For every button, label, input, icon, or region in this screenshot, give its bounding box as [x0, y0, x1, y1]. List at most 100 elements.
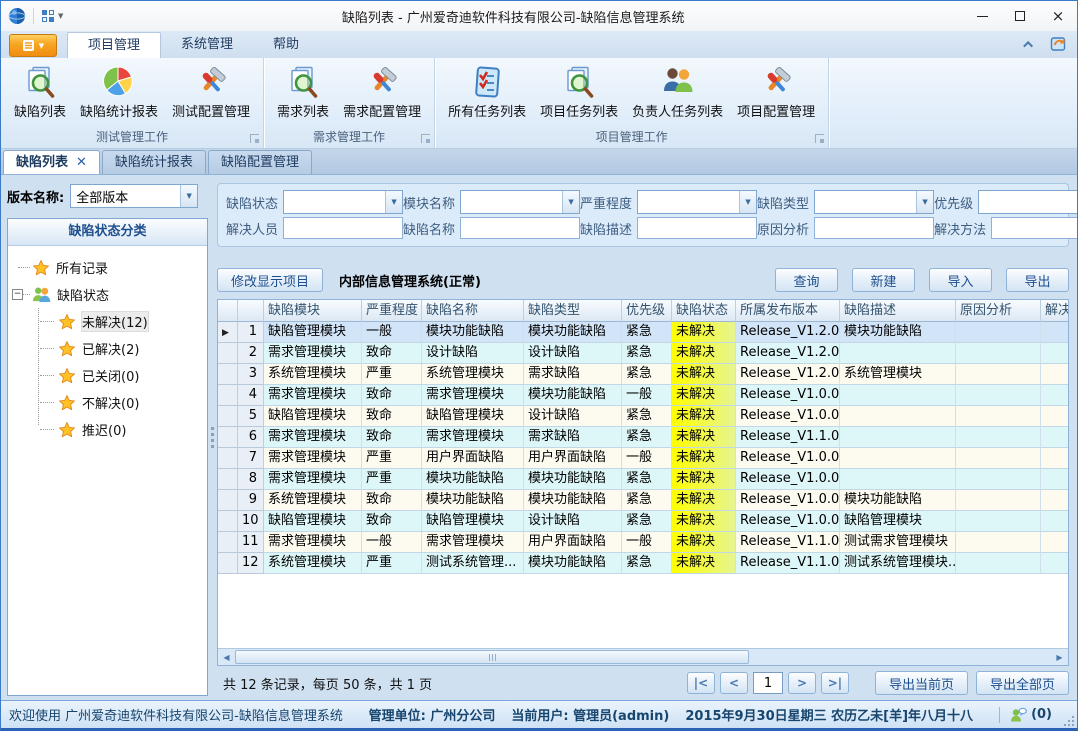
tree-item-defect-status[interactable]: − 缺陷状态	[10, 281, 205, 308]
table-row[interactable]: 4 需求管理模块 致命 需求管理模块 模块功能缺陷 一般 未解决 Release…	[218, 385, 1068, 406]
first-page-button[interactable]: |<	[687, 672, 715, 694]
header-solution[interactable]: 解决方法	[1041, 300, 1068, 322]
header-priority[interactable]: 优先级	[622, 300, 672, 322]
defect-type-dropdown[interactable]: ▼	[814, 190, 934, 214]
maximize-button[interactable]	[1001, 1, 1039, 31]
tree-item-not-resolved[interactable]: 不解决(0)	[10, 389, 205, 416]
collapse-ribbon-button[interactable]	[1018, 34, 1040, 54]
ribbon-tab-project-management[interactable]: 项目管理	[67, 32, 161, 58]
chevron-down-icon[interactable]: ▼	[916, 191, 933, 213]
table-row[interactable]: 9 系统管理模块 致命 模块功能缺陷 模块功能缺陷 紧急 未解决 Release…	[218, 490, 1068, 511]
defect-status-dropdown[interactable]: ▼	[283, 190, 403, 214]
table-row[interactable]: 8 需求管理模块 严重 模块功能缺陷 模块功能缺陷 紧急 未解决 Release…	[218, 469, 1068, 490]
header-type[interactable]: 缺陷类型	[524, 300, 622, 322]
horizontal-scrollbar[interactable]: ◀ ▶	[218, 648, 1068, 665]
last-page-button[interactable]: >|	[821, 672, 849, 694]
table-row[interactable]: 10 缺陷管理模块 致命 缺陷管理模块 设计缺陷 紧急 未解决 Release_…	[218, 511, 1068, 532]
header-severity[interactable]: 严重程度	[362, 300, 422, 322]
cause-analysis-input[interactable]	[814, 217, 934, 239]
table-row[interactable]: 1 缺陷管理模块 一般 模块功能缺陷 模块功能缺陷 紧急 未解决 Release…	[218, 322, 1068, 343]
header-name[interactable]: 缺陷名称	[422, 300, 524, 322]
close-tab-icon[interactable]: ✕	[76, 151, 87, 174]
defect-description-input[interactable]	[637, 217, 757, 239]
prev-page-button[interactable]: <	[720, 672, 748, 694]
table-row[interactable]: 6 需求管理模块 致命 需求管理模块 需求缺陷 紧急 未解决 Release_V…	[218, 427, 1068, 448]
module-name-dropdown-value[interactable]	[461, 195, 562, 210]
table-row[interactable]: 2 需求管理模块 致命 设计缺陷 设计缺陷 紧急 未解决 Release_V1.…	[218, 343, 1068, 364]
export-all-pages-button[interactable]: 导出全部页	[976, 671, 1069, 695]
requirement-list-button[interactable]: 需求列表	[270, 62, 336, 123]
scrollbar-track[interactable]	[235, 649, 1051, 665]
dialog-launcher-icon[interactable]	[421, 134, 430, 143]
chevron-down-icon[interactable]: ▼	[385, 191, 402, 213]
resolver-input[interactable]	[283, 217, 403, 239]
priority-dropdown-value[interactable]	[979, 195, 1077, 210]
defect-status-dropdown-value[interactable]	[284, 195, 385, 210]
module-name-dropdown[interactable]: ▼	[460, 190, 580, 214]
new-button[interactable]: 新建	[852, 268, 915, 292]
header-status[interactable]: 缺陷状态	[672, 300, 736, 322]
priority-dropdown[interactable]: ▼	[978, 190, 1077, 214]
project-tasks-list-button[interactable]: 项目任务列表	[533, 62, 625, 123]
minimize-button[interactable]	[963, 1, 1001, 31]
dialog-launcher-icon[interactable]	[250, 134, 259, 143]
tree-item-resolved[interactable]: 已解决(2)	[10, 335, 205, 362]
severity-dropdown-value[interactable]	[638, 195, 739, 210]
defect-name-input[interactable]	[460, 217, 580, 239]
defect-list-button[interactable]: 缺陷列表	[7, 62, 73, 123]
version-dropdown[interactable]: ▼	[70, 184, 198, 208]
export-button[interactable]: 导出	[1006, 268, 1069, 292]
ribbon-tab-system-management[interactable]: 系统管理	[161, 32, 253, 58]
scroll-left-icon[interactable]: ◀	[218, 649, 235, 665]
tree-item-closed[interactable]: 已关闭(0)	[10, 362, 205, 389]
ribbon-tab-help[interactable]: 帮助	[253, 32, 319, 58]
export-current-page-button[interactable]: 导出当前页	[875, 671, 968, 695]
scrollbar-thumb[interactable]	[235, 650, 749, 664]
message-indicator[interactable]: (0)	[1010, 707, 1052, 722]
tree-item-all-records[interactable]: 所有记录	[10, 254, 205, 281]
header-description[interactable]: 缺陷描述	[840, 300, 956, 322]
header-analysis[interactable]: 原因分析	[956, 300, 1041, 322]
table-row[interactable]: 11 需求管理模块 一般 需求管理模块 用户界面缺陷 一般 未解决 Releas…	[218, 532, 1068, 553]
cell-type: 模块功能缺陷	[524, 490, 622, 511]
table-row[interactable]: 7 需求管理模块 严重 用户界面缺陷 用户界面缺陷 一般 未解决 Release…	[218, 448, 1068, 469]
header-module[interactable]: 缺陷模块	[264, 300, 362, 322]
defect-stats-report-button[interactable]: 缺陷统计报表	[73, 62, 165, 123]
chevron-down-icon[interactable]: ▼	[739, 191, 756, 213]
cell-type: 模块功能缺陷	[524, 469, 622, 490]
panel-splitter[interactable]	[208, 175, 216, 700]
table-row[interactable]: 3 系统管理模块 严重 系统管理模块 需求缺陷 紧急 未解决 Release_V…	[218, 364, 1068, 385]
application-menu-button[interactable]: ▼	[9, 34, 57, 57]
defect-type-dropdown-value[interactable]	[815, 195, 916, 210]
chevron-down-icon[interactable]: ▼	[180, 185, 197, 207]
page-number-input[interactable]	[753, 672, 783, 694]
table-row[interactable]: 5 缺陷管理模块 致命 缺陷管理模块 设计缺陷 紧急 未解决 Release_V…	[218, 406, 1068, 427]
header-release-version[interactable]: 所属发布版本	[736, 300, 840, 322]
quick-access-toolbar-button[interactable]: ▼	[41, 9, 63, 23]
severity-dropdown[interactable]: ▼	[637, 190, 757, 214]
version-dropdown-value[interactable]	[71, 189, 180, 204]
import-button[interactable]: 导入	[929, 268, 992, 292]
modify-displayed-columns-button[interactable]: 修改显示项目	[217, 268, 323, 292]
doc-tab-defect-list[interactable]: 缺陷列表 ✕	[3, 150, 100, 174]
doc-tab-defect-config[interactable]: 缺陷配置管理	[208, 150, 312, 174]
tree-item-unresolved[interactable]: 未解决(12)	[10, 308, 205, 335]
project-config-management-button[interactable]: 项目配置管理	[730, 62, 822, 123]
dialog-launcher-icon[interactable]	[815, 134, 824, 143]
all-tasks-list-button[interactable]: 所有任务列表	[441, 62, 533, 123]
owner-tasks-list-button[interactable]: 负责人任务列表	[625, 62, 730, 123]
doc-tab-defect-stats[interactable]: 缺陷统计报表	[102, 150, 206, 174]
close-button[interactable]: ×	[1039, 1, 1077, 31]
scroll-right-icon[interactable]: ▶	[1051, 649, 1068, 665]
test-config-management-button[interactable]: 测试配置管理	[165, 62, 257, 123]
table-row[interactable]: 12 系统管理模块 严重 测试系统管理... 模块功能缺陷 紧急 未解决 Rel…	[218, 553, 1068, 574]
query-button[interactable]: 查询	[775, 268, 838, 292]
solution-input[interactable]	[991, 217, 1077, 239]
help-style-icon[interactable]	[1050, 35, 1069, 53]
chevron-down-icon[interactable]: ▼	[562, 191, 579, 213]
requirement-config-management-button[interactable]: 需求配置管理	[336, 62, 428, 123]
tree-item-postponed[interactable]: 推迟(0)	[10, 416, 205, 443]
resize-grip[interactable]	[1062, 714, 1074, 726]
next-page-button[interactable]: >	[788, 672, 816, 694]
collapse-expander-icon[interactable]: −	[12, 289, 23, 300]
